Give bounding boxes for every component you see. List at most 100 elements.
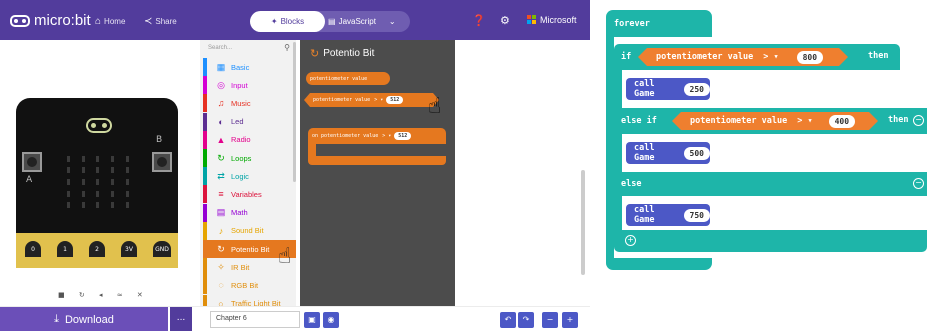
download-button[interactable]: ⤓ Download xyxy=(0,307,168,331)
if-label: if xyxy=(621,52,632,62)
mic-icon: ♪ xyxy=(218,225,224,236)
chevron-down-icon[interactable]: ⌄ xyxy=(389,17,396,26)
category-label: Math xyxy=(231,208,248,218)
category-variables[interactable]: ≡ Variables xyxy=(203,185,296,204)
category-traffic-light-bit[interactable]: ○ Traffic Light Bit xyxy=(203,294,296,306)
operator-dropdown[interactable]: > ▾ xyxy=(763,52,778,62)
zoom-out-button[interactable]: − xyxy=(542,312,558,328)
operator-dropdown[interactable]: > ▾ xyxy=(797,116,812,126)
category-label: Potentio Bit xyxy=(231,244,270,254)
block-on-potentiometer-event[interactable]: on potentiometer value > ▾ 512 xyxy=(308,128,446,144)
slow-mo-icon[interactable]: ≈ xyxy=(117,291,129,299)
github-button[interactable]: ◉ xyxy=(323,312,339,328)
save-button[interactable]: ▣ xyxy=(304,312,320,328)
category-rgb-bit[interactable]: ◌ RGB Bit xyxy=(203,276,296,295)
home-button[interactable]: ⌂ Home xyxy=(95,16,125,27)
category-input[interactable]: ◎ Input xyxy=(203,76,296,95)
event-block-bottom xyxy=(308,156,446,165)
call-game-block-1[interactable]: call Game 250 xyxy=(626,78,710,100)
block-compare-potentiometer[interactable]: potentiometer value > ▾ 512 xyxy=(304,93,439,107)
led-matrix xyxy=(61,153,135,211)
download-label: Download xyxy=(64,313,114,326)
gear-icon[interactable]: ⚙ xyxy=(500,14,510,27)
puzzle-icon: ✦ xyxy=(270,17,278,26)
redo-button[interactable]: ↷ xyxy=(518,312,534,328)
category-radio[interactable]: ▲ Radio xyxy=(203,130,296,149)
light-icon: ○ xyxy=(218,298,224,306)
category-label: IR Bit xyxy=(231,262,250,272)
project-name-input[interactable]: Chapter 6 xyxy=(210,311,300,328)
call-label: call Game xyxy=(634,205,655,225)
blocks-workspace[interactable] xyxy=(455,40,590,306)
microbit-face-icon xyxy=(86,118,112,133)
brand-name[interactable]: micro:bit xyxy=(34,12,91,29)
zoom-in-button[interactable]: + xyxy=(562,312,578,328)
value-field[interactable]: 512 xyxy=(394,132,412,140)
search-icon[interactable]: ⚲ xyxy=(284,43,290,52)
operator-dropdown[interactable]: > ▾ xyxy=(382,133,391,139)
game-arg-field[interactable]: 500 xyxy=(683,146,710,160)
mute-icon[interactable]: ◂ xyxy=(99,291,109,299)
microbit-logo-icon[interactable] xyxy=(10,15,30,27)
simulator-panel: A B 0 1 2 3V GND ■ ↻ ◂ ≈ ✕ xyxy=(0,40,192,306)
category-logic[interactable]: ⇄ Logic xyxy=(203,167,296,186)
category-label: Radio xyxy=(231,135,251,145)
help-icon[interactable]: ❓ xyxy=(472,14,486,27)
remove-branch-icon[interactable]: − xyxy=(913,115,924,126)
add-branch-icon[interactable]: + xyxy=(625,235,636,246)
threshold-field[interactable]: 400 xyxy=(829,115,855,128)
category-basic[interactable]: ▦ Basic xyxy=(203,58,296,76)
category-label: Music xyxy=(231,98,251,108)
more-button[interactable]: ... xyxy=(170,307,192,331)
game-arg-field[interactable]: 750 xyxy=(683,208,710,222)
category-math[interactable]: ▤ Math xyxy=(203,203,296,222)
circle-icon: ◌ xyxy=(218,280,224,291)
microbit-board[interactable]: A B 0 1 2 3V GND xyxy=(16,98,178,268)
call-game-block-3[interactable]: call Game 750 xyxy=(626,204,710,226)
category-sound-bit[interactable]: ♪ Sound Bit xyxy=(203,221,296,240)
category-loops[interactable]: ↻ Loops xyxy=(203,149,296,167)
pin-2[interactable]: 2 xyxy=(86,238,108,260)
pin-1[interactable]: 1 xyxy=(54,238,76,260)
condition-block-2[interactable]: potentiometer value > ▾ 400 xyxy=(672,112,878,130)
then-label: then xyxy=(868,51,889,61)
fullscreen-icon[interactable]: ✕ xyxy=(137,291,149,299)
category-label: Variables xyxy=(231,189,262,199)
call-label: call Game xyxy=(634,79,655,99)
microsoft-label: Microsoft xyxy=(540,15,577,25)
microsoft-logo-icon[interactable] xyxy=(527,15,537,25)
stop-icon[interactable]: ■ xyxy=(58,291,71,299)
restart-icon[interactable]: ↻ xyxy=(79,291,91,299)
category-music[interactable]: ♫ Music xyxy=(203,94,296,113)
condition-block-1[interactable]: potentiometer value > ▾ 800 xyxy=(638,48,848,66)
forever-block-side xyxy=(606,37,614,263)
workspace-scrollbar[interactable] xyxy=(581,170,585,275)
editor-mode-toggle: ✦ Blocks ▤ JavaScript ⌄ xyxy=(250,11,410,32)
tab-javascript[interactable]: ▤ JavaScript ⌄ xyxy=(328,11,396,32)
button-a[interactable] xyxy=(22,152,42,172)
board-face: A B xyxy=(16,98,178,233)
operator-dropdown[interactable]: > ▾ xyxy=(374,97,383,103)
button-b[interactable] xyxy=(152,152,172,172)
threshold-field[interactable]: 800 xyxy=(797,51,823,64)
category-led[interactable]: ◐ Led xyxy=(203,112,296,131)
button-b-label: B xyxy=(156,135,163,145)
else-block[interactable]: else xyxy=(614,172,927,196)
game-arg-field[interactable]: 250 xyxy=(683,82,710,96)
then-label: then xyxy=(888,115,909,125)
headphones-icon: ♫ xyxy=(217,98,225,109)
undo-button[interactable]: ↶ xyxy=(500,312,516,328)
sun-icon: ✧ xyxy=(217,261,225,272)
shuffle-icon: ⇄ xyxy=(217,170,225,181)
block-potentiometer-value[interactable]: potentiometer value xyxy=(306,72,390,85)
forever-block[interactable]: forever xyxy=(606,10,712,37)
signal-icon: ▲ xyxy=(216,134,226,145)
makecode-editor: micro:bit ⌂ Home ≺ Share ✦ Blocks ▤ Java… xyxy=(0,0,590,331)
value-field[interactable]: 512 xyxy=(386,96,403,104)
toolbox-search-input[interactable]: Search... ⚲ xyxy=(204,43,292,55)
tab-blocks[interactable]: ✦ Blocks xyxy=(250,11,325,32)
call-game-block-2[interactable]: call Game 500 xyxy=(626,142,710,164)
share-button[interactable]: ≺ Share xyxy=(144,16,177,27)
pin-0[interactable]: 0 xyxy=(22,238,44,260)
remove-else-icon[interactable]: − xyxy=(913,178,924,189)
